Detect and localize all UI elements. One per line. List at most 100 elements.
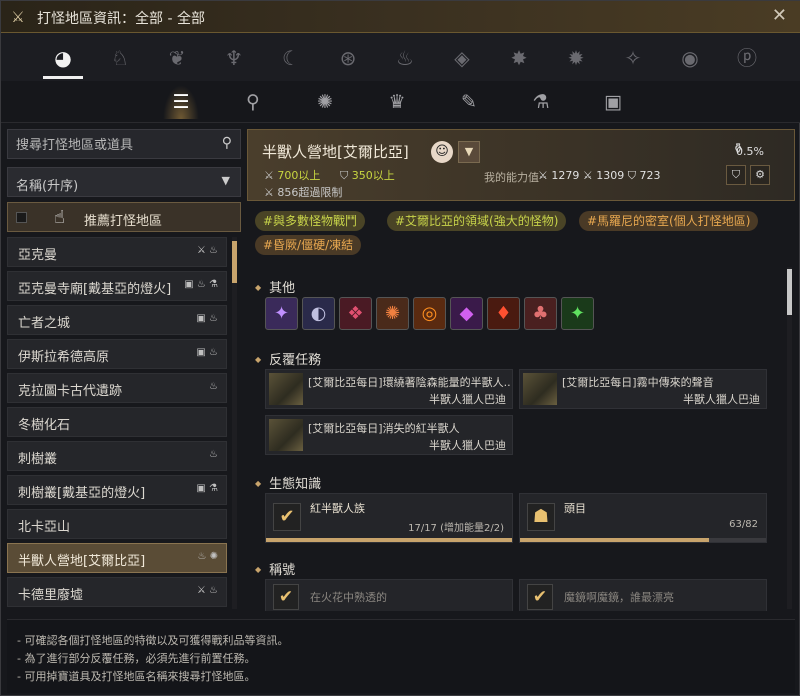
list-icon[interactable]: ☰ (163, 85, 199, 119)
zone-name: 伊斯拉希德高原 (18, 350, 110, 365)
chevron-down-icon: ▼ (221, 174, 230, 187)
boss-icon: ☗ (527, 503, 555, 531)
help-line: - 為了進行部分反覆任務，必須先進行前置任務。 (17, 652, 256, 665)
recommend-toggle[interactable]: ☝ 推薦打怪地區 (7, 202, 241, 232)
details-scrollbar[interactable] (787, 267, 792, 609)
zone-feature-icons: ⚔ ♨ (196, 245, 218, 256)
zone-feature-icons: ♨ (209, 449, 218, 460)
quest-name: [艾爾比亞每日]環繞著陰森能量的半獸人... (308, 376, 510, 389)
zone-list-item[interactable]: 伊斯拉希德高原 ▣ ♨ (7, 339, 227, 369)
sort-dropdown[interactable]: 名稱(升序) ▼ (7, 167, 241, 197)
quest-giver: 半獸人獵人巴迪 (429, 439, 506, 452)
horse-icon[interactable]: ♘ (100, 39, 140, 79)
search-input[interactable] (16, 135, 206, 155)
zone-feature-icons: ▣ ♨ ⚗ (184, 279, 218, 290)
zone-name: 克拉圖卡古代遺跡 (18, 384, 123, 399)
ecology-value: 17/17 (增加能量2/2) (408, 523, 504, 534)
monster-zone-window: ⚔ 打怪地區資訊：全部 - 全部 ✕ ◕ ♘ ❦ ♆ ☾ ⊛ ♨ ◈ ✸ ✹ ✧ ◉ ⓟ ☰ ⚲ ✺ ♛ ✎ ⚗ ▣… (0, 0, 800, 696)
sort-label: 名稱(升序) (16, 179, 79, 194)
zone-list-item[interactable]: 北卡亞山 (7, 509, 227, 539)
zone-list-item[interactable]: 半獸人營地[艾爾比亞] ♨ ✺ (7, 543, 227, 573)
shine-icon[interactable]: ✧ (613, 39, 653, 79)
star-icon[interactable]: ✸ (499, 39, 539, 79)
moon-icon[interactable]: ☾ (271, 39, 311, 79)
zone-list-item[interactable]: 亡者之城 ▣ ♨ (7, 305, 227, 335)
zone-list-scrollbar[interactable] (232, 237, 237, 609)
zone-feature-icons: ⚔ ♨ (196, 585, 218, 596)
details-body: 其他 ✦◐❖✺◎◆♦♣✦ 反覆任務 [艾爾比亞每日]環繞著陰森能量的半獸人...… (247, 129, 787, 611)
green-crystal-icon[interactable]: ✦ (561, 297, 594, 330)
quest-card[interactable]: [艾爾比亞每日]霧中傳來的聲音 半獸人獵人巴迪 (519, 369, 767, 409)
drop-icon[interactable]: ◈ (442, 39, 482, 79)
zone-feature-icons: ♨ ✺ (197, 551, 218, 562)
title-card[interactable]: ✔ 魔鏡啊魔鏡，誰最漂亮 (519, 579, 767, 611)
zone-list-item[interactable]: 亞克曼寺廟[戴基亞的燈火] ▣ ♨ ⚗ (7, 271, 227, 301)
scrollbar-thumb[interactable] (232, 241, 237, 283)
ember-icon[interactable]: ✺ (376, 297, 409, 330)
ecology-card[interactable]: ✔ 紅半獸人族 17/17 (增加能量2/2) (265, 493, 513, 543)
red-shard-icon[interactable]: ❖ (339, 297, 372, 330)
check-icon: ✔ (273, 503, 301, 531)
zone-list-item[interactable]: 刺樹叢 ♨ (7, 441, 227, 471)
crossed-swords-icon: ⚔ (11, 8, 25, 26)
potion-icon[interactable]: ⚗ (523, 85, 559, 119)
quest-thumbnail (269, 419, 303, 451)
help-line: - 可用掉寶道具及打怪地區名稱來搜尋打怪地區。 (17, 670, 256, 683)
window-title: 打怪地區資訊：全部 - 全部 (37, 11, 205, 27)
search-icon[interactable]: ⚲ (222, 135, 232, 151)
compass-icon[interactable]: ⊛ (328, 39, 368, 79)
quest-card[interactable]: [艾爾比亞每日]消失的紅半獸人 半獸人獵人巴迪 (265, 415, 513, 455)
filter-tabs: ☰ ⚲ ✺ ♛ ✎ ⚗ ▣ (1, 81, 800, 123)
rune-icon[interactable]: ⓟ (727, 39, 767, 79)
crown-icon[interactable]: ♛ (379, 85, 415, 119)
recommend-checkbox[interactable] (16, 212, 27, 223)
beast-head-icon[interactable]: ❦ (157, 39, 197, 79)
quest-name: [艾爾比亞每日]霧中傳來的聲音 (562, 376, 714, 389)
title-bar: ⚔ 打怪地區資訊：全部 - 全部 ✕ (1, 1, 800, 33)
gear-monster-icon[interactable]: ✺ (307, 85, 343, 119)
eye-icon[interactable]: ◉ (670, 39, 710, 79)
hand-cursor-icon: ☝ (54, 207, 65, 228)
title-card[interactable]: ✔ 在火花中熟透的 (265, 579, 513, 611)
red-mushroom-icon[interactable]: ♣ (524, 297, 557, 330)
ecology-name: 紅半獸人族 (310, 502, 365, 515)
section-other: 其他 (255, 277, 295, 296)
progress-fill (266, 538, 512, 542)
violet-gem-icon[interactable]: ◆ (450, 297, 483, 330)
dark-orb-icon[interactable]: ◐ (302, 297, 335, 330)
zone-list-item[interactable]: 冬樹化石 (7, 407, 227, 437)
demon-icon[interactable]: ♆ (214, 39, 254, 79)
close-icon[interactable]: ✕ (772, 5, 787, 26)
ecology-value: 63/82 (729, 519, 758, 530)
fire-ring-icon[interactable]: ◎ (413, 297, 446, 330)
picture-icon[interactable]: ▣ (595, 85, 631, 119)
category-tabs: ◕ ♘ ❦ ♆ ☾ ⊛ ♨ ◈ ✸ ✹ ✧ ◉ ⓟ (1, 33, 800, 81)
flame-gem-icon[interactable]: ♦ (487, 297, 520, 330)
zone-details: 半獸人營地[艾爾比亞] ☺ ▼ ⚱ 0.5% ⚔ 700以上 ⛉ 350以上 ⚔… (247, 129, 799, 611)
ecology-card[interactable]: ☗ 頭目 63/82 (519, 493, 767, 543)
globe-icon[interactable]: ◕ (43, 39, 83, 79)
sun-icon[interactable]: ✹ (556, 39, 596, 79)
magnify-icon[interactable]: ⚲ (235, 85, 271, 119)
quest-giver: 半獸人獵人巴迪 (683, 393, 760, 406)
quest-giver: 半獸人獵人巴迪 (429, 393, 506, 406)
zone-name: 北卡亞山 (18, 520, 71, 535)
zone-name: 刺樹叢[戴基亞的燈火] (18, 486, 146, 501)
zone-name: 亞克曼寺廟[戴基亞的燈火] (18, 282, 172, 297)
flame-icon[interactable]: ♨ (385, 39, 425, 79)
scroll-icon[interactable]: ✎ (451, 85, 487, 119)
zone-list-item[interactable]: 亞克曼 ⚔ ♨ (7, 237, 227, 267)
zone-name: 亡者之城 (18, 316, 71, 331)
help-footer: - 可確認各個打怪地區的特徵以及可獲得戰利品等資訊。 - 為了進行部分反覆任務，… (7, 619, 795, 693)
purple-crystal-icon[interactable]: ✦ (265, 297, 298, 330)
zone-list-item[interactable]: 卡德里廢墟 ⚔ ♨ (7, 577, 227, 607)
zone-name: 冬樹化石 (18, 418, 71, 433)
scrollbar-thumb[interactable] (787, 269, 792, 315)
zone-name: 卡德里廢墟 (18, 588, 84, 603)
zone-list-item[interactable]: 克拉圖卡古代遺跡 ♨ (7, 373, 227, 403)
zone-list-item[interactable]: 刺樹叢[戴基亞的燈火] ▣ ⚗ (7, 475, 227, 505)
check-icon: ✔ (527, 584, 553, 610)
quest-card[interactable]: [艾爾比亞每日]環繞著陰森能量的半獸人... 半獸人獵人巴迪 (265, 369, 513, 409)
zone-feature-icons: ▣ ♨ (196, 347, 218, 358)
zone-feature-icons: ♨ (209, 381, 218, 392)
